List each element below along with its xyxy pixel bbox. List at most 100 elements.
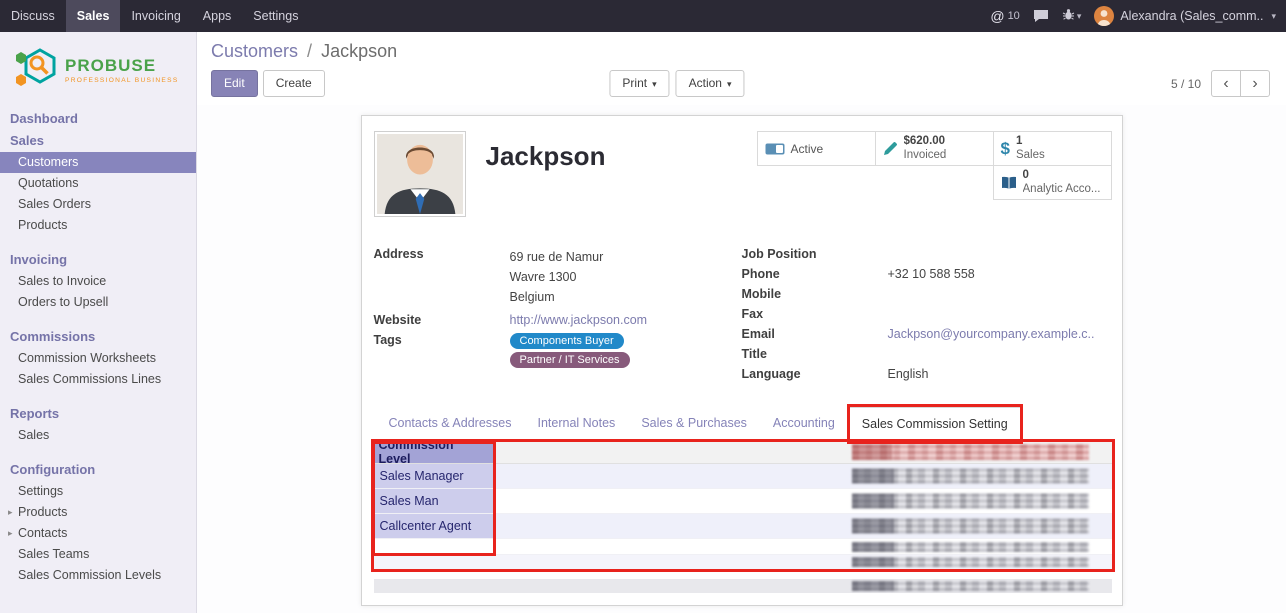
submenu-caret-icon: ▸ (8, 527, 13, 540)
menu-sales[interactable]: Sales (66, 0, 121, 32)
breadcrumb-customers-link[interactable]: Customers (211, 41, 298, 61)
sidebar-item-label: Sales Teams (18, 548, 89, 561)
commission-level-cell[interactable]: Sales Manager (374, 464, 494, 488)
tag-partner-it-services[interactable]: Partner / IT Services (510, 352, 630, 368)
debug-menu[interactable]: ▾ (1062, 8, 1082, 24)
sidebar-item-quotations[interactable]: Quotations (0, 173, 196, 194)
redacted-region (852, 444, 1089, 460)
topbar-right: @ 10 ▾ Alexandra (Sales_comm.. ▾ (990, 0, 1286, 32)
mention-count: 10 (1008, 10, 1020, 22)
nav-section-sales: Sales Customers Quotations Sales Orders … (0, 130, 196, 236)
breadcrumb-separator: / (307, 41, 312, 61)
table-row[interactable]: Callcenter Agent (374, 514, 1112, 539)
sidebar-item-label: Sales to Invoice (18, 275, 106, 288)
sidebar-item-sales-commission-levels[interactable]: Sales Commission Levels (0, 565, 196, 586)
menu-discuss[interactable]: Discuss (0, 0, 66, 32)
sidebar-item-commission-worksheets[interactable]: Commission Worksheets (0, 348, 196, 369)
invoiced-value: $620.00 (904, 135, 947, 149)
analytic-stat-button[interactable]: 0 Analytic Acco... (993, 165, 1112, 200)
redacted-footer-strip (374, 579, 1112, 593)
print-label: Print (622, 76, 647, 90)
redacted-region (852, 494, 1089, 509)
sidebar-item-label: Commission Worksheets (18, 352, 156, 365)
tab-contacts-addresses[interactable]: Contacts & Addresses (376, 407, 525, 439)
phone-value: +32 10 588 558 (888, 265, 1112, 285)
sidebar-item-label: Sales Commission Levels (18, 569, 161, 582)
tab-sales-purchases[interactable]: Sales & Purchases (628, 407, 760, 439)
sidebar-header-invoicing[interactable]: Invoicing (0, 249, 196, 271)
commission-level-cell[interactable]: Sales Man (374, 489, 494, 513)
pager-previous-button[interactable]: ‹ (1211, 70, 1241, 97)
sidebar: PROBUSE PROFESSIONAL BUSINESS Dashboard … (0, 32, 197, 613)
menu-apps[interactable]: Apps (192, 0, 243, 32)
sidebar-item-label: Sales (18, 429, 49, 442)
action-label: Action (689, 76, 722, 90)
caret-down-icon: ▾ (727, 79, 732, 89)
edit-button[interactable]: Edit (211, 70, 258, 96)
table-row-empty (374, 555, 1112, 569)
sidebar-item-settings[interactable]: Settings (0, 481, 196, 502)
breadcrumb-current: Jackpson (321, 41, 397, 61)
sidebar-item-dashboard[interactable]: Dashboard (0, 108, 196, 130)
caret-down-icon: ▾ (1271, 11, 1276, 22)
commission-level-cell[interactable]: Callcenter Agent (374, 514, 494, 538)
sheet-header: Jackpson Active $620.00 (374, 131, 1112, 221)
sidebar-item-sales[interactable]: Sales (0, 130, 196, 152)
sidebar-item-products[interactable]: Products (0, 215, 196, 236)
nav-section-dashboard: Dashboard (0, 108, 196, 130)
create-button[interactable]: Create (263, 70, 325, 96)
website-label: Website (374, 311, 510, 331)
probuse-hexagon-icon (14, 45, 58, 96)
active-toggle-button[interactable]: Active (757, 131, 876, 166)
sidebar-item-sales-to-invoice[interactable]: Sales to Invoice (0, 271, 196, 292)
action-button-group: Print ▾ Action ▾ (609, 70, 744, 96)
tab-sales-commission-setting[interactable]: Sales Commission Setting (848, 407, 1022, 440)
email-link[interactable]: Jackpson@yourcompany.example.c.. (888, 327, 1095, 341)
menu-settings[interactable]: Settings (242, 0, 309, 32)
nav-section-configuration: Configuration Settings ▸Products ▸Contac… (0, 459, 196, 586)
messages-icon[interactable] (1033, 9, 1049, 23)
sidebar-header-reports[interactable]: Reports (0, 403, 196, 425)
pager-next-button[interactable]: › (1240, 70, 1270, 97)
mentions-button[interactable]: @ 10 (990, 8, 1019, 24)
tags-value: Components Buyer Partner / IT Services (510, 331, 742, 372)
tab-internal-notes[interactable]: Internal Notes (524, 407, 628, 439)
invoiced-stat-button[interactable]: $620.00 Invoiced (875, 131, 994, 166)
table-row[interactable]: Sales Man (374, 489, 1112, 514)
sales-stat-button[interactable]: $ 1 Sales (993, 131, 1112, 166)
sidebar-item-sales-teams[interactable]: Sales Teams (0, 544, 196, 565)
tab-accounting[interactable]: Accounting (760, 407, 848, 439)
stat-buttons: Active $620.00 Invoiced $ (754, 131, 1112, 199)
sidebar-item-reports-sales[interactable]: Sales (0, 425, 196, 446)
print-dropdown-button[interactable]: Print ▾ (609, 70, 669, 96)
brand-logo: PROBUSE PROFESSIONAL BUSINESS (0, 32, 196, 102)
bug-icon (1062, 8, 1075, 24)
user-menu[interactable]: Alexandra (Sales_comm.. ▾ (1094, 6, 1276, 26)
record-sheet: Jackpson Active $620.00 (361, 115, 1123, 606)
sidebar-nav: Dashboard Sales Customers Quotations Sal… (0, 102, 196, 586)
sidebar-item-sales-orders[interactable]: Sales Orders (0, 194, 196, 215)
logo-title: PROBUSE (65, 57, 179, 74)
dollar-icon: $ (1001, 139, 1010, 159)
website-link[interactable]: http://www.jackpson.com (510, 313, 648, 327)
table-row-empty (374, 539, 1112, 555)
active-label: Active (791, 142, 824, 156)
sidebar-header-configuration[interactable]: Configuration (0, 459, 196, 481)
sidebar-item-customers[interactable]: Customers (0, 152, 196, 173)
sidebar-item-orders-to-upsell[interactable]: Orders to Upsell (0, 292, 196, 313)
caret-down-icon: ▾ (1077, 11, 1082, 22)
menu-invoicing[interactable]: Invoicing (120, 0, 191, 32)
nav-section-reports: Reports Sales (0, 403, 196, 446)
phone-label: Phone (742, 265, 888, 285)
sidebar-item-config-products[interactable]: ▸Products (0, 502, 196, 523)
sidebar-item-sales-commissions-lines[interactable]: Sales Commissions Lines (0, 369, 196, 390)
action-dropdown-button[interactable]: Action ▾ (676, 70, 745, 96)
sidebar-item-config-contacts[interactable]: ▸Contacts (0, 523, 196, 544)
table-row[interactable]: Sales Manager (374, 464, 1112, 489)
caret-down-icon: ▾ (652, 79, 657, 89)
sidebar-item-label: Sales Orders (18, 198, 91, 211)
mention-icon: @ (990, 8, 1004, 24)
tag-components-buyer[interactable]: Components Buyer (510, 333, 624, 349)
column-header-commission-level[interactable]: Commission Level (374, 441, 494, 463)
sidebar-header-commissions[interactable]: Commissions (0, 326, 196, 348)
